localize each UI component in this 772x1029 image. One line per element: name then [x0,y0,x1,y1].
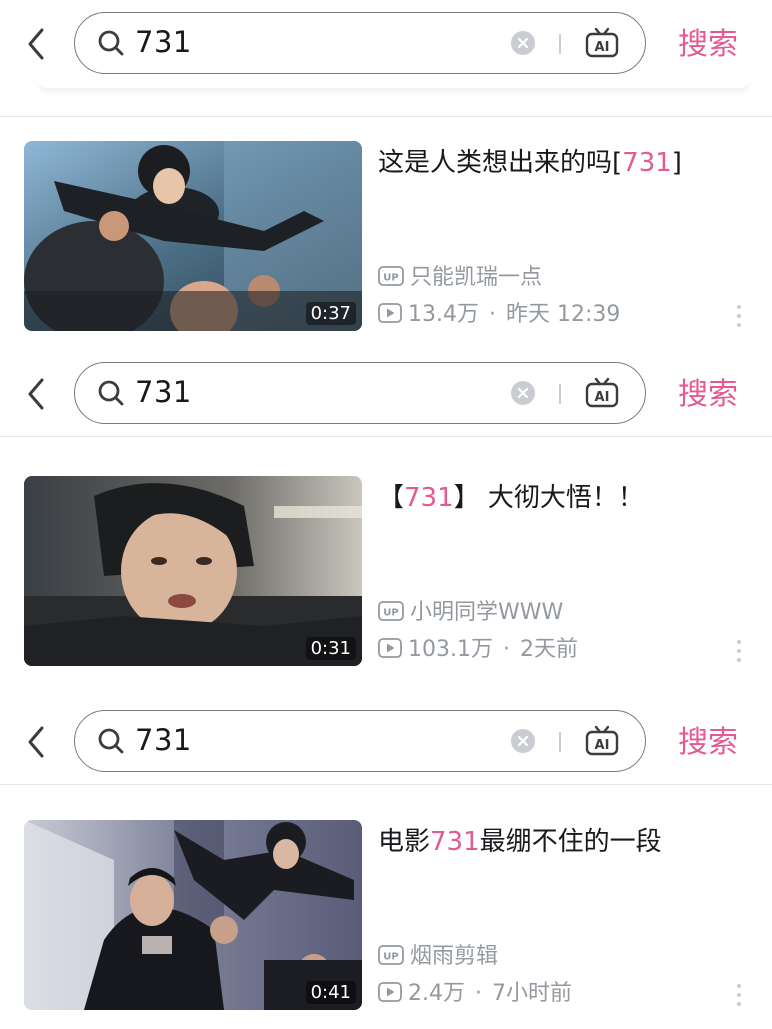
clear-icon[interactable] [511,31,535,55]
ai-tv-icon[interactable]: AI [585,26,619,58]
result-card-3[interactable]: 0:41 电影731最绷不住的一段 UP 烟雨剪辑 2.4万 · 7小时前 [0,820,772,1020]
view-count: 2.4万 [408,981,465,1006]
search-input[interactable]: 731 AI [74,362,646,424]
search-card-shadow [38,78,750,88]
meta-separator: · [475,981,482,1006]
title-highlight: 731 [622,148,672,178]
back-arrow-icon[interactable] [22,24,52,64]
stats-row: 2.4万 · 7小时前 [378,979,572,1009]
uploader-row[interactable]: UP 小明同学WWW [378,598,563,628]
search-header-1: 731 AI 搜索 [0,0,772,86]
search-divider [559,384,561,404]
publish-time: 7小时前 [492,981,572,1006]
result-card-2[interactable]: 0:31 【731】 大彻大悟！！ UP 小明同学WWW 103.1万 · 2天前 [0,476,772,676]
search-query-text: 731 [135,723,192,757]
stats-row: 103.1万 · 2天前 [378,635,578,665]
search-icon [98,30,124,56]
stats-row: 13.4万 · 昨天 12:39 [378,300,620,330]
search-divider [559,732,561,752]
ai-label: AI [595,738,610,753]
title-text: ] [671,148,682,178]
title-highlight: 731 [430,827,480,857]
view-count: 103.1万 [408,637,493,662]
meta-separator: · [489,302,496,327]
more-icon[interactable] [736,982,742,1008]
clear-icon[interactable] [511,381,535,405]
title-text: 最绷不住的一段 [479,827,662,857]
play-count-icon [378,303,402,323]
video-duration: 0:31 [305,637,356,660]
up-badge-label: UP [383,273,398,284]
search-button[interactable]: 搜索 [678,375,738,415]
search-header-3: 731 AI 搜索 [0,696,772,782]
play-count-icon [378,638,402,658]
search-query-text: 731 [135,25,192,59]
video-title[interactable]: 【731】 大彻大悟！！ [378,478,644,518]
view-count: 13.4万 [408,302,479,327]
ai-tv-icon[interactable]: AI [585,376,619,408]
title-text: 】 大彻大悟！！ [453,483,644,513]
ai-label: AI [595,390,610,405]
meta-separator: · [502,637,510,662]
up-badge-icon: UP [378,945,404,965]
uploader-name: 只能凯瑞一点 [410,265,543,290]
search-button[interactable]: 搜索 [678,25,738,65]
search-icon [98,380,124,406]
video-thumbnail[interactable]: 0:31 [24,476,362,666]
uploader-name: 小明同学WWW [410,600,564,625]
back-arrow-icon[interactable] [22,722,52,762]
video-thumbnail[interactable]: 0:37 [24,141,362,331]
ai-label: AI [595,40,610,55]
up-badge-label: UP [383,608,398,619]
clear-icon[interactable] [511,729,535,753]
video-title[interactable]: 电影731最绷不住的一段 [378,822,662,862]
video-thumbnail[interactable]: 0:41 [24,820,362,1010]
search-icon [98,728,124,754]
up-badge-icon: UP [378,601,404,621]
ai-tv-icon[interactable]: AI [585,724,619,756]
search-divider [559,34,561,54]
video-duration: 0:37 [305,302,356,325]
search-input[interactable]: 731 AI [74,12,646,74]
up-badge-label: UP [383,952,398,963]
video-title[interactable]: 这是人类想出来的吗[731] [378,143,682,183]
search-button[interactable]: 搜索 [678,723,738,763]
more-icon[interactable] [736,638,742,664]
search-input[interactable]: 731 AI [74,710,646,772]
result-card-1[interactable]: 0:37 这是人类想出来的吗[731] UP 只能凯瑞一点 13.4万 · 昨天 12… [0,141,772,341]
back-arrow-icon[interactable] [22,374,52,414]
publish-time: 昨天 12:39 [506,302,621,327]
title-text: 【 [378,483,405,513]
title-text: 电影 [378,827,431,857]
play-count-icon [378,982,402,1002]
search-query-text: 731 [135,375,192,409]
title-text: 这是人类想出来的吗[ [378,148,623,178]
title-highlight: 731 [404,483,454,513]
video-duration: 0:41 [305,981,356,1004]
uploader-row[interactable]: UP 只能凯瑞一点 [378,263,542,293]
more-icon[interactable] [736,303,742,329]
uploader-name: 烟雨剪辑 [410,944,499,969]
divider [0,436,772,437]
up-badge-icon: UP [378,266,404,286]
publish-time: 2天前 [519,637,578,662]
search-header-2: 731 AI 搜索 [0,348,772,434]
divider [0,784,772,785]
divider [0,116,772,117]
uploader-row[interactable]: UP 烟雨剪辑 [378,942,498,972]
